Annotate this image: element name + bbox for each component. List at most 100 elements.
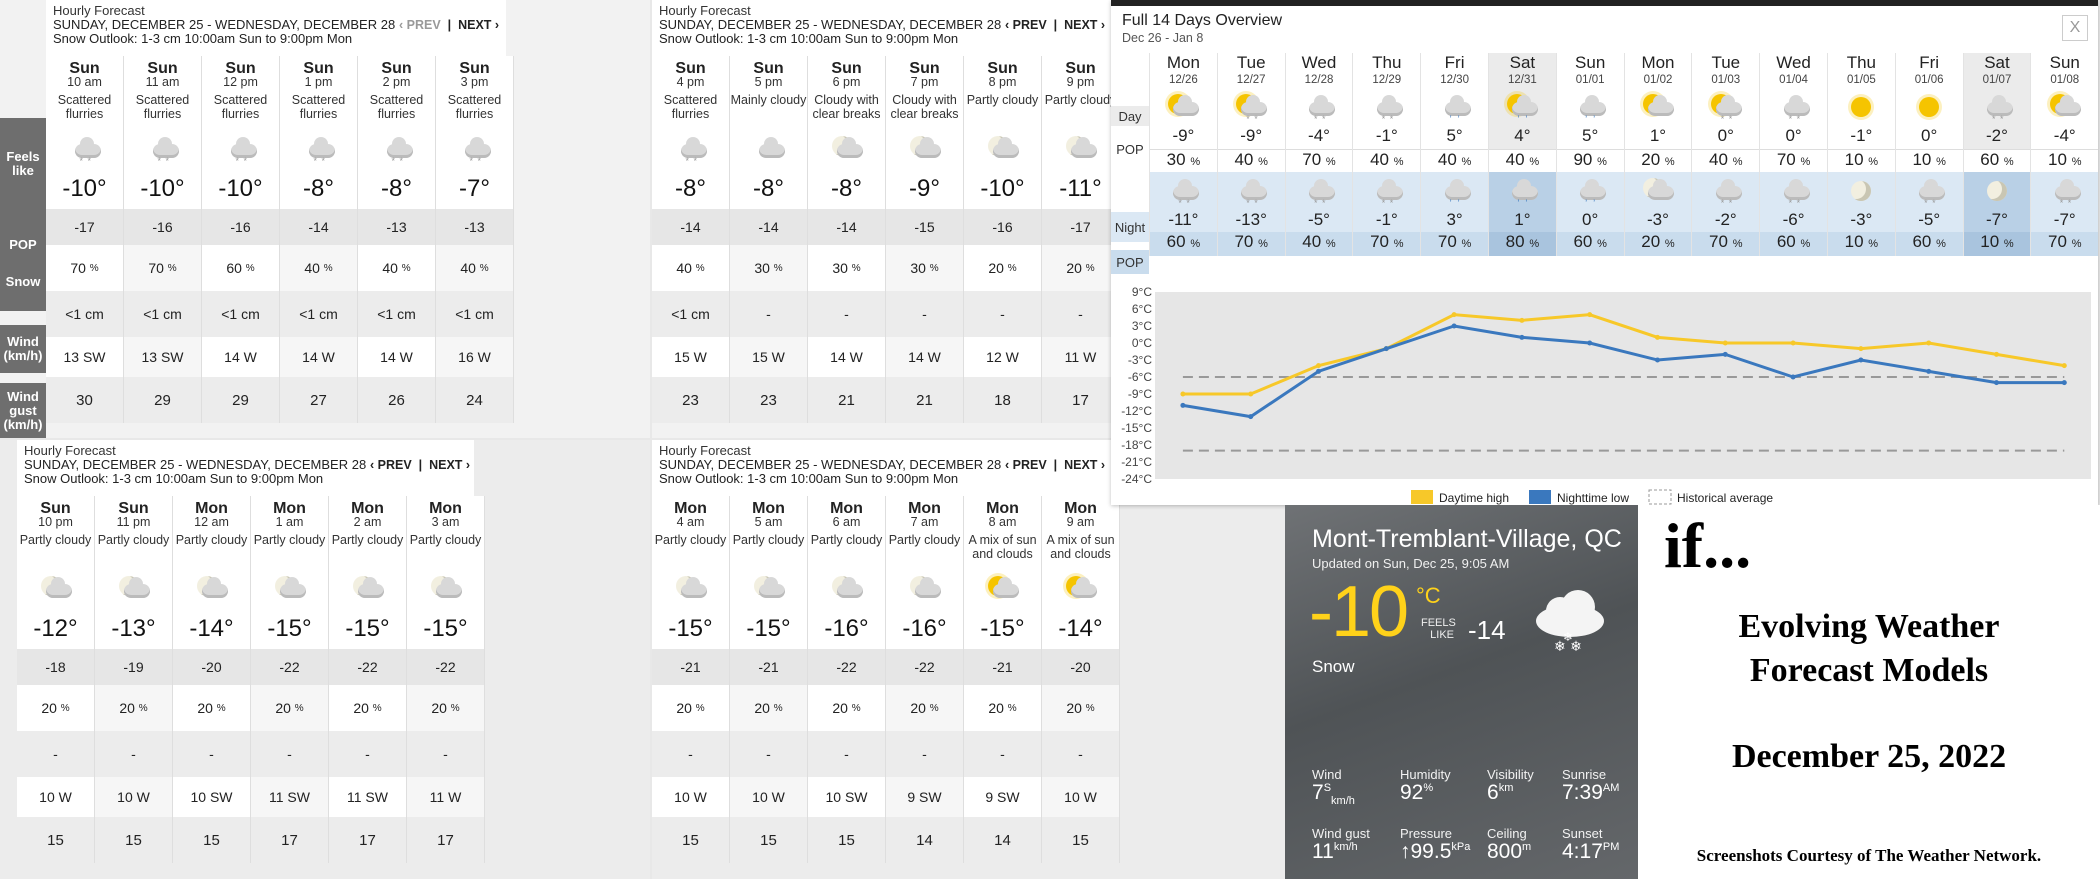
- hour-wind: 14 W: [358, 337, 435, 377]
- nighttime-low-point: [1790, 374, 1796, 380]
- day-high: -9°: [1240, 126, 1263, 145]
- hour-time: 11 am: [145, 75, 180, 89]
- hour-wind-gust: 14: [886, 817, 963, 863]
- day-of-week: Fri: [1919, 53, 1940, 72]
- cloud-snow-icon: * *: [1234, 178, 1268, 208]
- day-pop-value: 40: [1370, 150, 1389, 169]
- day-block: Wed 12/28 * * -4°: [1286, 53, 1353, 149]
- day-pop: 40 %: [1353, 149, 1421, 172]
- next-button[interactable]: NEXT ›: [1064, 458, 1105, 472]
- hourly-title: Hourly Forecast: [53, 3, 145, 18]
- hour-day: Mon: [273, 499, 306, 517]
- daytime-high-point: [1994, 351, 1999, 357]
- overview-day-column: Fri 01/06 0° 10 % * * -5° 60 %: [1894, 53, 1963, 256]
- sun-cloud-icon: [1166, 94, 1200, 120]
- hour-temperature: -15°: [980, 615, 1025, 642]
- hourly-columns: Sun 4 pm Scattered flurries * * -8° -14 40 % <1 …: [652, 56, 1111, 423]
- hourly-title: Hourly Forecast: [659, 3, 751, 18]
- gust-unit: km/h: [1333, 841, 1358, 853]
- night-low: -11°: [1168, 210, 1199, 229]
- night-pop-value: 10: [1980, 232, 2000, 251]
- hour-day: Sun: [147, 59, 178, 77]
- hour-column: Sun 4 pm Scattered flurries * * -8° -14 40 % <1 …: [652, 56, 730, 423]
- day-date: 12/27: [1236, 74, 1266, 86]
- day-of-week: Thu: [1372, 53, 1402, 72]
- night-icon-cell: * *: [1760, 172, 1827, 210]
- sun-cloud-rain-icon: ’’: [1505, 94, 1539, 124]
- prev-button[interactable]: ‹ PREV: [1005, 18, 1047, 32]
- hour-temperature: -12°: [33, 615, 78, 642]
- snow-cloud-icon: ❄ ❄ ❄: [1528, 587, 1612, 657]
- hourly-header: Hourly Forecast SUNDAY, DECEMBER 25 - WE…: [46, 0, 506, 56]
- hour-wind: 9 SW: [886, 777, 963, 817]
- ceiling-unit: m: [1522, 841, 1532, 853]
- moon-cloud-icon: [117, 576, 151, 602]
- hour-icon-cell: [251, 569, 328, 609]
- hour-condition: Cloudy with clear breaks: [890, 93, 959, 121]
- next-button[interactable]: NEXT ›: [458, 18, 499, 32]
- prev-button[interactable]: ‹ PREV: [370, 458, 412, 472]
- hour-snow: <1 cm: [358, 291, 435, 337]
- hour-pop: 20 %: [1042, 685, 1119, 731]
- overview-14-day: Full 14 Days Overview Dec 26 - Jan 8 X D…: [1111, 0, 2099, 505]
- prev-button[interactable]: ‹ PREV: [1005, 458, 1047, 472]
- night-pop: 10 %: [1963, 232, 2031, 256]
- next-button[interactable]: NEXT ›: [429, 458, 470, 472]
- cloud-rain-icon: ’’: [1573, 178, 1607, 208]
- hour-wind-gust: 29: [202, 377, 279, 423]
- hour-time: 2 am: [353, 515, 382, 529]
- night-block: * * -6°: [1760, 172, 1827, 232]
- prev-button[interactable]: ‹ PREV: [399, 18, 441, 32]
- sun-cloud-icon: [986, 576, 1020, 602]
- hour-time: 6 am: [832, 515, 861, 529]
- hour-feels-like: -14: [280, 209, 357, 245]
- hour-icon-cell: [886, 569, 963, 609]
- day-date: 01/03: [1711, 74, 1741, 86]
- hour-time: 8 am: [988, 515, 1017, 529]
- hour-snow: <1 cm: [46, 291, 123, 337]
- next-button[interactable]: NEXT ›: [1064, 18, 1105, 32]
- night-pop: 70 %: [1421, 232, 1488, 256]
- overview-day-column: Wed 12/28 * * -4° 70 % * * -5° 40 %: [1284, 53, 1353, 256]
- hour-condition: Mainly cloudy: [730, 93, 807, 107]
- hour-day: Sun: [69, 59, 100, 77]
- hour-time: 1 pm: [304, 75, 333, 89]
- hour-column: Mon 8 am A mix of sun and clouds -15° -21 20 …: [964, 496, 1042, 863]
- night-icon-cell: * *: [1353, 172, 1420, 210]
- hour-feels-like: -18: [17, 649, 94, 685]
- day-icon-cell: [1828, 88, 1895, 126]
- hour-column: Mon 4 am Partly cloudy -15° -21 20 % -10 W 15: [652, 496, 730, 863]
- close-button[interactable]: X: [2062, 15, 2088, 41]
- hour-snow: -: [886, 731, 963, 777]
- hour-wind-gust: 24: [436, 377, 513, 423]
- title-date: December 25, 2022: [1731, 738, 2007, 775]
- condition-text: Snow: [1312, 657, 1355, 676]
- hour-column: Sun 9 pm Partly cloudy -11° -17 20 % -11 W 17: [1042, 56, 1111, 423]
- overview-day-column: Sat 01/07 * * -2° 60 % -7° 10 %: [1962, 53, 2031, 256]
- day-pop-value: 60: [1980, 150, 2000, 169]
- hour-wind: 14 W: [202, 337, 279, 377]
- wind-value: 7Skm/h: [1312, 781, 1355, 807]
- cloud-snow-icon: * *: [1777, 94, 1811, 124]
- hour-day: Sun: [225, 59, 256, 77]
- hour-icon-cell: [808, 129, 885, 169]
- hour-condition: Partly cloudy: [253, 533, 326, 547]
- sun-cloud-icon: [2048, 94, 2082, 120]
- hourly-header: Hourly Forecast SUNDAY, DECEMBER 25 - WE…: [652, 0, 1111, 56]
- hour-condition: Scattered flurries: [369, 93, 424, 121]
- day-block: Tue 01/03 * * 0°: [1692, 53, 1759, 149]
- hour-condition: A mix of sun and clouds: [968, 533, 1037, 561]
- daytime-high-point: [1926, 340, 1932, 346]
- cloud-snow-icon: * *: [1370, 94, 1404, 124]
- y-tick-label: -12°C: [1121, 404, 1152, 418]
- night-pop-value: 60: [1166, 232, 1186, 251]
- hourly-columns: Sun 10 am Scattered flurries * * -10° -17 70 % <…: [46, 56, 514, 423]
- ceiling-value: 800m: [1487, 840, 1531, 864]
- night-icon-cell: ’’: [1421, 172, 1488, 210]
- hour-wind-gust: 21: [808, 377, 885, 423]
- hour-column: Mon 7 am Partly cloudy -16° -22 20 % -9 SW 14: [886, 496, 964, 863]
- pop-value: 70: [70, 260, 86, 276]
- hour-icon-cell: [329, 569, 406, 609]
- y-tick-label: 6°C: [1132, 302, 1152, 316]
- hour-pop: 20 %: [407, 685, 484, 731]
